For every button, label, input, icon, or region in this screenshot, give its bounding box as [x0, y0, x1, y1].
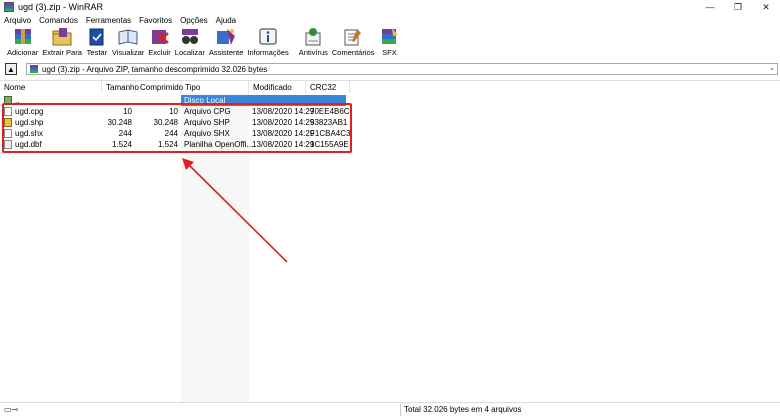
status-text: Total 32.026 bytes em 4 arquivos [404, 405, 522, 414]
drive-key-icon[interactable]: ▭⊸ [4, 405, 18, 414]
annotation-arrow-icon [182, 158, 288, 263]
status-bar: ▭⊸ Total 32.026 bytes em 4 arquivos [0, 402, 780, 416]
